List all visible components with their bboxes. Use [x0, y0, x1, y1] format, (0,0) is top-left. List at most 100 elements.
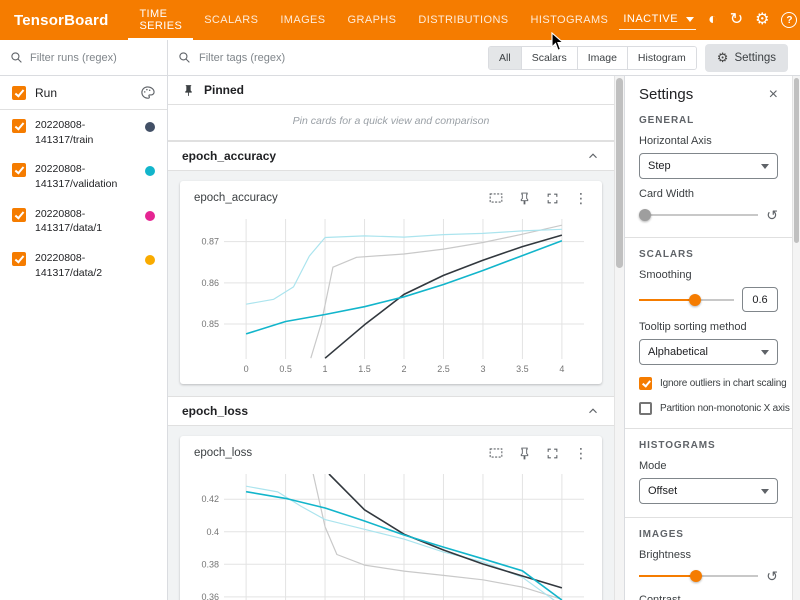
svg-text:0.38: 0.38 — [201, 559, 219, 569]
more-options-icon[interactable]: ⋮ — [574, 191, 588, 205]
run-checkbox[interactable] — [12, 252, 26, 266]
reset-icon[interactable]: ↺ — [766, 569, 778, 583]
tab-scalars[interactable]: SCALARS — [193, 0, 269, 40]
svg-text:2.5: 2.5 — [437, 364, 450, 374]
select-all-runs-checkbox[interactable] — [12, 86, 26, 100]
pin-card-icon[interactable] — [518, 447, 531, 460]
pin-card-icon[interactable] — [518, 192, 531, 205]
card-toolbar: ⋮ — [489, 446, 588, 460]
brightness-label: Brightness — [639, 549, 778, 561]
chevron-up-icon[interactable] — [586, 404, 600, 418]
card-width-slider[interactable] — [639, 206, 758, 224]
section-epoch-loss[interactable]: epoch_loss — [168, 396, 614, 426]
smoothing-label: Smoothing — [639, 269, 778, 281]
fit-to-domain-icon[interactable] — [489, 447, 503, 459]
svg-text:3.5: 3.5 — [516, 364, 529, 374]
svg-text:1.5: 1.5 — [358, 364, 371, 374]
filter-histogram-button[interactable]: Histogram — [628, 47, 696, 69]
pin-icon — [182, 84, 195, 97]
epoch-loss-card: epoch_loss ⋮ 00.511.522.533.540.360.380.… — [180, 436, 602, 600]
refresh-icon[interactable]: ↻ — [730, 12, 743, 28]
run-checkbox[interactable] — [12, 163, 26, 177]
status-label: INACTIVE — [623, 13, 678, 25]
tab-histograms[interactable]: HISTOGRAMS — [520, 0, 620, 40]
reload-status-dropdown[interactable]: INACTIVE — [619, 10, 696, 30]
app-logo: TensorBoard — [0, 12, 128, 29]
tab-time-series[interactable]: TIME SERIES — [128, 0, 193, 40]
smoothing-value-input[interactable]: 0.6 — [742, 287, 778, 312]
ignore-outliers-row[interactable]: Ignore outliers in chart scaling — [639, 376, 778, 390]
content-area: Run 20220808-141317/train 20220808-14131… — [0, 76, 800, 600]
slider-thumb[interactable] — [690, 570, 702, 582]
horizontal-axis-select[interactable]: Step — [639, 153, 778, 179]
svg-text:3: 3 — [480, 364, 485, 374]
run-color-dot[interactable] — [145, 122, 155, 132]
search-icon — [10, 51, 23, 64]
main-scrollbar[interactable] — [614, 76, 624, 600]
epoch-loss-chart[interactable]: 00.511.522.533.540.360.380.40.42 — [190, 466, 592, 600]
filter-tags-input[interactable] — [199, 52, 480, 64]
svg-text:2: 2 — [401, 364, 406, 374]
partition-x-axis-row[interactable]: Partition non-monotonic X axis i — [639, 401, 778, 415]
card-zone: epoch_accuracy ⋮ 00.511.522.533.540.850.… — [168, 171, 614, 396]
fit-to-domain-icon[interactable] — [489, 192, 503, 204]
svg-text:1: 1 — [323, 364, 328, 374]
palette-icon[interactable] — [140, 85, 155, 100]
histogram-mode-select[interactable]: Offset — [639, 478, 778, 504]
brightness-slider[interactable] — [639, 567, 758, 585]
card-zone: epoch_loss ⋮ 00.511.522.533.540.360.380.… — [168, 426, 614, 600]
run-color-dot[interactable] — [145, 211, 155, 221]
reset-icon[interactable]: ↺ — [766, 208, 778, 222]
tab-graphs[interactable]: GRAPHS — [337, 0, 408, 40]
run-item[interactable]: 20220808-141317/data/2 — [0, 243, 167, 287]
settings-scrollbar[interactable] — [792, 76, 800, 600]
help-icon[interactable]: ? — [781, 12, 797, 28]
smoothing-slider[interactable] — [639, 291, 734, 309]
card-width-row: ↺ — [639, 206, 778, 224]
filter-scalars-button[interactable]: Scalars — [522, 47, 578, 69]
run-color-dot[interactable] — [145, 166, 155, 176]
run-checkbox[interactable] — [12, 208, 26, 222]
tooltip-sorting-select[interactable]: Alphabetical — [639, 339, 778, 365]
theme-toggle-icon[interactable]: ◐ — [708, 12, 718, 28]
slider-thumb[interactable] — [639, 209, 651, 221]
run-item[interactable]: 20220808-141317/data/1 — [0, 199, 167, 243]
more-options-icon[interactable]: ⋮ — [574, 446, 588, 460]
close-icon[interactable]: × — [769, 87, 778, 103]
tags-toolbar: All Scalars Image Histogram ⚙ Settings — [168, 40, 800, 75]
run-label: 20220808-141317/train — [35, 118, 136, 147]
run-item[interactable]: 20220808-141317/train — [0, 110, 167, 154]
tab-images[interactable]: IMAGES — [269, 0, 336, 40]
slider-thumb[interactable] — [689, 294, 701, 306]
run-color-dot[interactable] — [145, 255, 155, 265]
partition-x-axis-checkbox[interactable] — [639, 402, 652, 415]
svg-text:0.36: 0.36 — [201, 592, 219, 600]
filter-image-button[interactable]: Image — [578, 47, 628, 69]
section-title: epoch_loss — [182, 404, 248, 418]
tab-distributions[interactable]: DISTRIBUTIONS — [407, 0, 519, 40]
gear-icon[interactable]: ⚙ — [755, 12, 769, 28]
divider — [625, 428, 792, 429]
svg-text:0.85: 0.85 — [201, 319, 219, 329]
scrollbar-thumb[interactable] — [616, 78, 623, 268]
ignore-outliers-checkbox[interactable] — [639, 377, 652, 390]
run-label: 20220808-141317/data/1 — [35, 207, 136, 236]
filter-runs-input[interactable] — [30, 52, 157, 64]
epoch-accuracy-chart[interactable]: 00.511.522.533.540.850.860.87 — [190, 211, 592, 382]
run-label: 20220808-141317/data/2 — [35, 251, 136, 280]
search-icon — [178, 51, 191, 64]
section-epoch-accuracy[interactable]: epoch_accuracy — [168, 141, 614, 171]
toolbar-settings-button[interactable]: ⚙ Settings — [705, 44, 788, 72]
card-width-label: Card Width — [639, 188, 778, 200]
run-checkbox[interactable] — [12, 119, 26, 133]
divider — [625, 237, 792, 238]
tooltip-sorting-label: Tooltip sorting method — [639, 321, 778, 333]
filter-all-button[interactable]: All — [489, 47, 522, 69]
scrollbar-thumb[interactable] — [794, 78, 799, 243]
fullscreen-icon[interactable] — [546, 192, 559, 205]
chevron-down-icon — [761, 489, 769, 494]
chevron-up-icon[interactable] — [586, 149, 600, 163]
images-section-heading: IMAGES — [639, 529, 778, 540]
fullscreen-icon[interactable] — [546, 447, 559, 460]
run-item[interactable]: 20220808-141317/validation — [0, 154, 167, 198]
